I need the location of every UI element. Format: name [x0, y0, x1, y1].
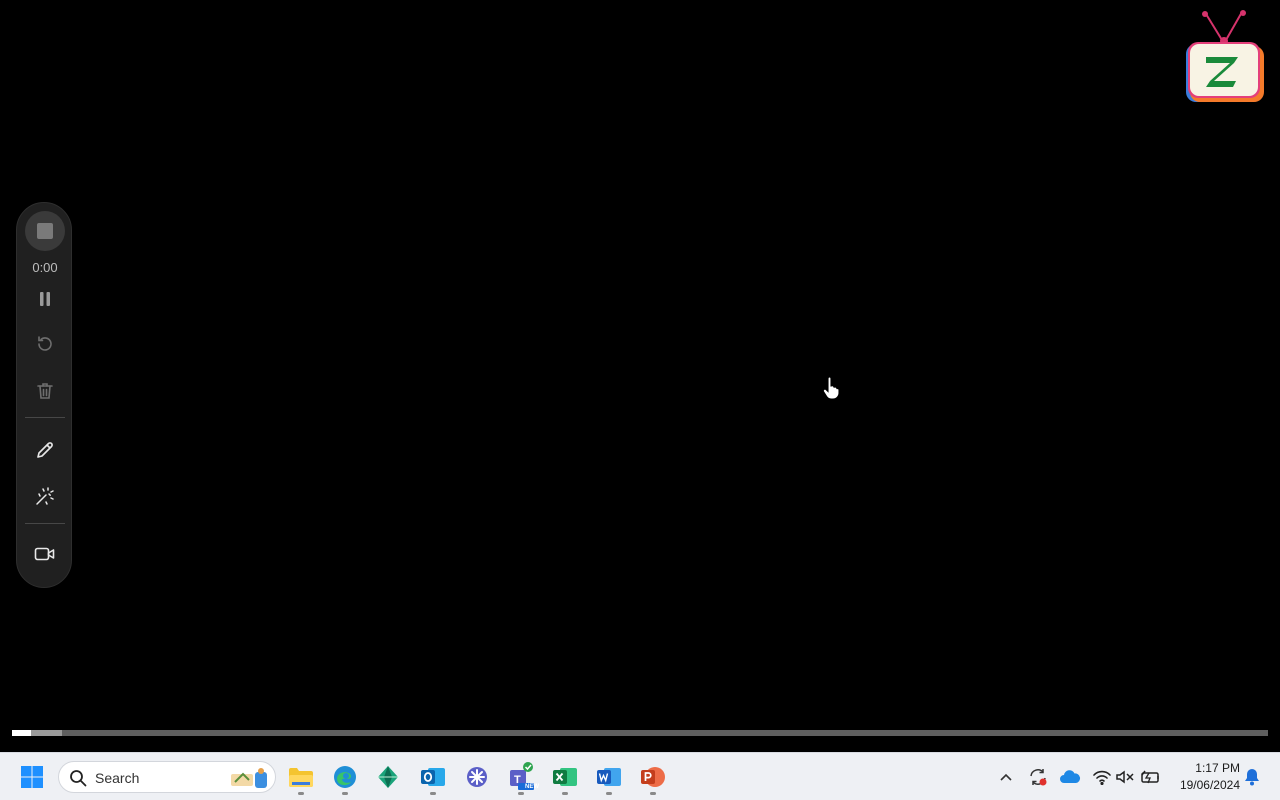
delete-button[interactable] [25, 371, 65, 411]
powerpoint-icon [641, 767, 665, 787]
clock[interactable]: 1:17 PM 19/06/2024 [1168, 760, 1240, 794]
running-indicator [298, 792, 304, 795]
chevron-up-icon [1000, 773, 1012, 781]
channel-logo [1184, 10, 1264, 104]
file-explorer-button[interactable] [281, 757, 321, 797]
onedrive-button[interactable] [1058, 765, 1082, 789]
word-button[interactable] [589, 757, 629, 797]
camera-button[interactable] [25, 534, 65, 574]
tv-logo-icon [1186, 10, 1264, 102]
stop-button[interactable] [25, 211, 65, 251]
progress-played [12, 730, 31, 736]
search-placeholder: Search [95, 770, 140, 786]
battery-button[interactable] [1138, 765, 1162, 789]
volume-muted-icon [1116, 770, 1134, 784]
windows-logo-icon [21, 766, 43, 788]
excel-button[interactable] [545, 757, 585, 797]
show-hidden-icons-button[interactable] [994, 765, 1018, 789]
search-icon [70, 770, 87, 787]
clock-time: 1:17 PM [1195, 761, 1240, 775]
asterisk-icon [467, 767, 487, 787]
taskbar: Search T NEW 1:17 PM 19/06/2024 [0, 752, 1280, 800]
teams-button[interactable]: T NEW [501, 757, 541, 797]
battery-charging-icon [1141, 770, 1159, 784]
wifi-button[interactable] [1090, 765, 1114, 789]
sync-icon [1030, 769, 1047, 786]
recording-toolbar: 0:00 [16, 202, 72, 588]
notifications-button[interactable] [1240, 765, 1264, 789]
sync-status-button[interactable] [1026, 765, 1050, 789]
running-indicator [430, 792, 436, 795]
toolbar-divider [25, 417, 65, 418]
pencil-icon [37, 442, 53, 458]
running-indicator [606, 792, 612, 795]
edge-button[interactable] [325, 757, 365, 797]
running-indicator [342, 792, 348, 795]
running-indicator [562, 792, 568, 795]
hand-cursor-icon [822, 376, 840, 400]
clock-date: 19/06/2024 [1179, 778, 1240, 792]
running-indicator [518, 792, 524, 795]
recording-timer: 0:00 [32, 260, 58, 275]
outlook-button[interactable] [413, 757, 453, 797]
gem-app-button[interactable] [368, 757, 408, 797]
sparkle-wand-icon [36, 487, 54, 505]
stop-icon [37, 223, 53, 239]
cloud-icon [1060, 770, 1081, 783]
pause-button[interactable] [25, 279, 65, 319]
restart-icon [38, 336, 52, 351]
effects-button[interactable] [25, 476, 65, 516]
pause-icon [40, 292, 50, 306]
asterisk-app-button[interactable] [457, 757, 497, 797]
taskbar-search[interactable]: Search [58, 761, 276, 793]
bell-icon [1245, 769, 1259, 786]
draw-button[interactable] [25, 430, 65, 470]
excel-icon [553, 768, 577, 786]
gem-icon [378, 766, 398, 788]
start-button[interactable] [12, 757, 52, 797]
wifi-icon [1093, 770, 1111, 785]
video-camera-icon [34, 547, 55, 561]
search-highlight-icon [231, 768, 267, 788]
outlook-icon [421, 768, 445, 786]
toolbar-divider [25, 523, 65, 524]
running-indicator [650, 792, 656, 795]
word-icon [597, 768, 621, 786]
edge-icon [334, 766, 356, 788]
video-progress-bar[interactable] [12, 730, 1268, 736]
powerpoint-button[interactable] [633, 757, 673, 797]
volume-button[interactable] [1113, 765, 1137, 789]
teams-new-badge: NEW [525, 784, 539, 790]
trash-icon [37, 383, 53, 399]
restart-button[interactable] [25, 324, 65, 364]
folder-icon [289, 768, 313, 787]
